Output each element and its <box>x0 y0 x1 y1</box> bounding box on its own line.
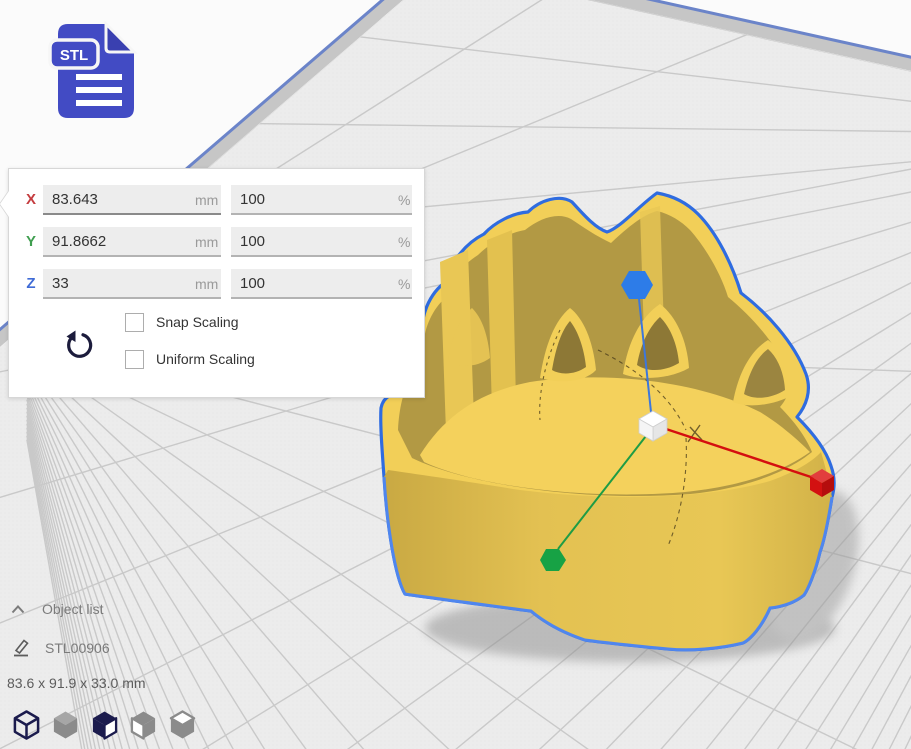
axis-z-label: Z <box>24 275 38 292</box>
scale-x-mm-input[interactable] <box>43 185 221 215</box>
model-wall-face <box>487 230 516 410</box>
scale-y-mm-input[interactable] <box>43 227 221 257</box>
scale-z-mm-input[interactable] <box>43 269 221 299</box>
chevron-up-icon <box>10 604 26 615</box>
scale-tool-panel: X mm % Y mm % Z mm % Snap Scaling Unifor… <box>8 168 425 398</box>
axis-x-label: X <box>24 191 38 208</box>
stl-file-icon: STL <box>44 20 140 122</box>
stl-doc-fold <box>106 24 134 52</box>
reset-scale-button[interactable] <box>61 329 97 365</box>
view-3d-button[interactable] <box>12 709 41 742</box>
scale-x-percent-input[interactable] <box>231 185 412 215</box>
view-front-button[interactable] <box>90 709 119 742</box>
object-item-name: STL00906 <box>45 640 110 656</box>
stl-badge-label: STL <box>60 47 88 64</box>
scale-z-percent-input[interactable] <box>231 269 412 299</box>
scale-y-percent-input[interactable] <box>231 227 412 257</box>
axis-y-label: Y <box>24 233 38 250</box>
object-list-item[interactable]: STL00906 <box>12 639 110 657</box>
view-left-button[interactable] <box>129 709 158 742</box>
uniform-scaling-checkbox[interactable] <box>125 350 144 369</box>
model-dimensions-readout: 83.6 x 91.9 x 33.0 mm <box>7 675 146 691</box>
camera-view-toolbar <box>12 709 197 742</box>
snap-scaling-label: Snap Scaling <box>156 314 239 330</box>
uniform-scaling-label: Uniform Scaling <box>156 351 255 367</box>
pencil-icon <box>12 639 30 657</box>
object-list-title: Object list <box>42 601 103 617</box>
object-list-toggle[interactable]: Object list <box>10 601 103 617</box>
panel-pointer-arrow <box>0 191 9 217</box>
snap-scaling-checkbox[interactable] <box>125 313 144 332</box>
view-solid-button[interactable] <box>51 709 80 742</box>
view-top-button[interactable] <box>168 709 197 742</box>
